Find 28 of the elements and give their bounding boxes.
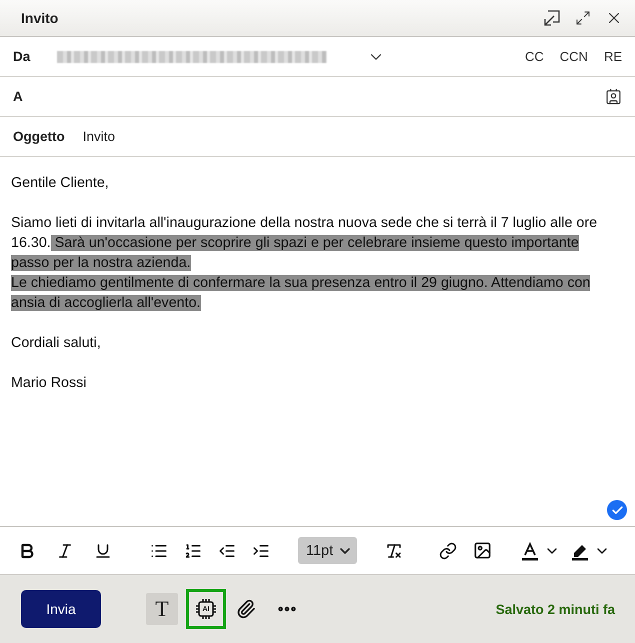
recipient-link[interactable]: CC — [524, 49, 544, 64]
window-title: Invito — [21, 10, 60, 26]
numbered-list-icon[interactable] — [184, 542, 202, 560]
format-button[interactable]: T — [146, 593, 178, 625]
from-label: Da — [13, 49, 30, 64]
to-label: A — [13, 89, 23, 104]
italic-icon[interactable] — [56, 542, 74, 560]
save-status: Salvato 2 minuti fa — [496, 602, 615, 616]
body-paragraph: Mario Rossi — [11, 374, 88, 393]
link-icon[interactable] — [439, 542, 458, 560]
body-paragraph: Gentile Cliente, — [11, 174, 110, 193]
subject-field[interactable]: Invito — [82, 129, 116, 144]
recipient-link[interactable]: CCN — [560, 49, 588, 64]
popout-icon[interactable] — [543, 9, 561, 27]
chip-icon — [194, 597, 218, 621]
body-paragraph: Cordiali saluti, — [11, 334, 102, 353]
text-color-icon[interactable] — [520, 540, 540, 560]
attachment-icon[interactable] — [236, 599, 256, 619]
subject-label: Oggetto — [13, 129, 65, 144]
underline-icon[interactable] — [94, 542, 112, 560]
image-icon[interactable] — [473, 541, 492, 560]
recipient-link[interactable]: RE — [604, 49, 622, 64]
clear-format-icon[interactable] — [385, 542, 404, 560]
maximize-icon[interactable] — [575, 10, 591, 26]
body-paragraph: Siamo lieti di invitarla all'inaugurazione della nostra nuova sede che si terrà il 7 luglio alle ore 16.30. Sarà un'occasione per scoprire gli spazi e per celebrare insieme questo importante passo per la nostra azienda. Le chiediamo gentilmente di confermare la sua presenza entro il 29 giugno. Attendiamo con ansia di accoglierla all'evento. — [11, 214, 598, 313]
send-button[interactable]: Invia — [21, 590, 101, 628]
contact-book-icon[interactable] — [605, 88, 622, 105]
font-size-dropdown[interactable]: 11pt — [298, 537, 358, 564]
